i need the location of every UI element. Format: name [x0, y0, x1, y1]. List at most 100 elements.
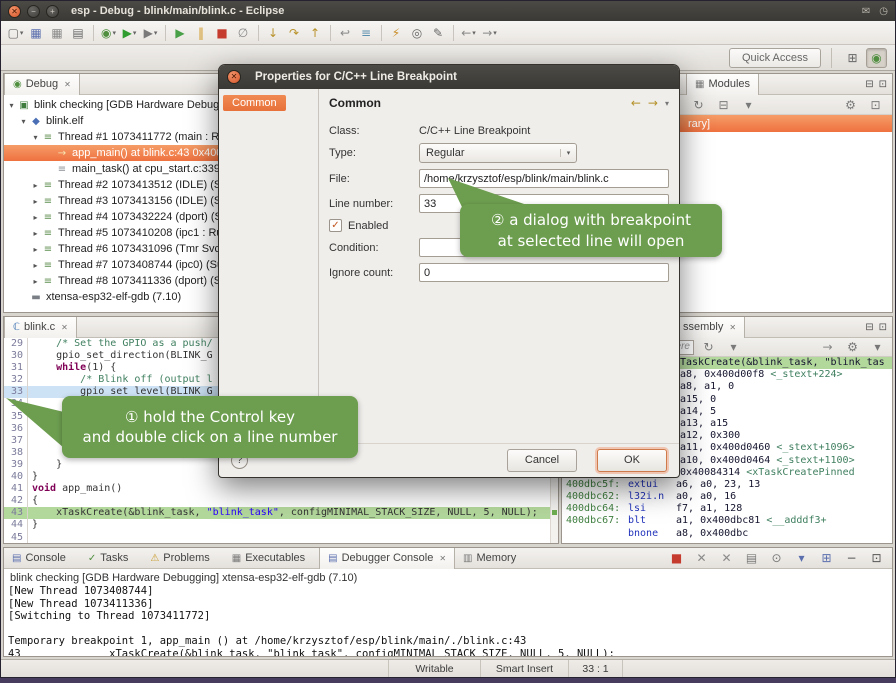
print-button[interactable]: ▤ [68, 23, 89, 43]
file-input[interactable] [419, 169, 669, 188]
step-into-button[interactable]: ↓ [263, 23, 284, 43]
code-text[interactable] [28, 447, 32, 458]
search-button[interactable]: ◎ [407, 23, 428, 43]
disasm-sync-icon[interactable]: → [817, 337, 838, 357]
line-number[interactable]: 35 [4, 411, 28, 423]
clear-console-button[interactable]: ▤ [741, 548, 762, 568]
modules-menu-icon[interactable]: ▾ [738, 95, 759, 115]
type-select[interactable]: Regular▾ [419, 143, 577, 163]
display-console-button[interactable]: ▾ [791, 548, 812, 568]
maximize-icon[interactable]: ⊡ [866, 548, 887, 568]
step-return-button[interactable]: ↑ [305, 23, 326, 43]
window-minimize-button[interactable]: − [27, 5, 40, 18]
window-close-button[interactable]: ✕ [8, 5, 21, 18]
code-text[interactable]: } [28, 519, 38, 530]
suspend-button[interactable]: ‖ [191, 23, 212, 43]
sidebar-item-common[interactable]: Common [223, 95, 286, 111]
line-number[interactable]: 40 [4, 471, 28, 483]
disconnect-button[interactable]: ∅ [233, 23, 254, 43]
disasm-refresh-icon[interactable]: ↻ [698, 337, 719, 357]
back-icon[interactable]: ← [631, 96, 641, 110]
run-button[interactable]: ▶▾ [119, 23, 140, 43]
mail-indicator-icon[interactable]: ✉ [862, 6, 870, 17]
maximize-icon[interactable]: ⊡ [879, 79, 887, 90]
enabled-checkbox[interactable]: ✓ [329, 219, 342, 232]
line-number[interactable]: 33 [4, 386, 28, 398]
code-text[interactable]: /* Blink off (output l [28, 374, 213, 385]
quick-access-button[interactable]: Quick Access [729, 48, 821, 68]
disassembly-row[interactable]: 400dbc67:blta1, 0x400dbc81 <__adddf3+ [562, 515, 892, 527]
modules-collapse-icon[interactable]: ⊟ [713, 95, 734, 115]
disassembly-row[interactable]: 400dbc64:lsif7, a1, 128 [562, 503, 892, 515]
new-button[interactable]: ▢▾ [5, 23, 26, 43]
window-maximize-button[interactable]: + [46, 5, 59, 18]
code-text[interactable] [28, 435, 32, 446]
close-icon[interactable]: ✕ [729, 323, 736, 332]
clock-indicator-icon[interactable]: ◷ [879, 6, 888, 17]
line-number[interactable]: 31 [4, 362, 28, 374]
resume-button[interactable]: ▶ [170, 23, 191, 43]
twisty-icon[interactable]: ▸ [30, 277, 41, 286]
twisty-icon[interactable]: ▾ [18, 117, 29, 126]
disassembly-row[interactable]: 400dbc62:l32i.na0, a0, 16 [562, 491, 892, 503]
twisty-icon[interactable]: ▸ [30, 181, 41, 190]
twisty-icon[interactable]: ▸ [30, 213, 41, 222]
save-button[interactable]: ▦ [26, 23, 47, 43]
line-number[interactable]: 44 [4, 519, 28, 531]
terminate-console-button[interactable]: ■ [666, 548, 687, 568]
minimize-icon[interactable]: ⊟ [865, 79, 873, 90]
line-number[interactable]: 34 [4, 398, 28, 410]
back-button[interactable]: ←▾ [458, 23, 479, 43]
chevron-down-icon[interactable]: ▾ [665, 99, 669, 108]
disasm-menu-icon[interactable]: ▾ [723, 337, 744, 357]
line-number[interactable]: 32 [4, 374, 28, 386]
line-number[interactable]: 42 [4, 495, 28, 507]
disassembly-row[interactable]: bnonea8, 0x400dbc [562, 528, 892, 540]
code-text[interactable]: xTaskCreate(&blink_task, "blink_task", c… [28, 507, 538, 518]
dialog-titlebar[interactable]: ✕ Properties for C/C++ Line Breakpoint [219, 65, 679, 89]
code-text[interactable]: /* Set the GPIO as a push/ [28, 338, 213, 349]
twisty-icon[interactable]: ▾ [6, 101, 17, 110]
tab-disassembly[interactable]: ssembly✕ [674, 317, 745, 338]
remove-all-launches-button[interactable]: ✕ [716, 548, 737, 568]
code-text[interactable] [28, 398, 32, 409]
instruction-stepping-button[interactable]: ≡ [356, 23, 377, 43]
disasm-settings-icon[interactable]: ⚙ [842, 337, 863, 357]
twisty-icon[interactable]: ▸ [30, 229, 41, 238]
tab-console[interactable]: ▤Console [4, 548, 80, 569]
disasm-view-menu-icon[interactable]: ▾ [867, 337, 888, 357]
dialog-close-button[interactable]: ✕ [227, 70, 241, 84]
line-number[interactable]: 30 [4, 350, 28, 362]
code-text[interactable]: { [28, 495, 38, 506]
code-text[interactable]: gpio_set_direction(BLINK_G [28, 350, 213, 361]
code-text[interactable] [28, 532, 32, 543]
tab-debug[interactable]: ◉Debug✕ [4, 74, 80, 95]
tab-memory[interactable]: ▥Memory [455, 548, 530, 569]
disassembly-row[interactable]: 400dbc5f:extuia6, a0, 23, 13 [562, 479, 892, 491]
maximize-icon[interactable]: ⊡ [879, 322, 887, 333]
drop-to-frame-button[interactable]: ↩ [335, 23, 356, 43]
debug-button[interactable]: ◉▾ [98, 23, 119, 43]
twisty-icon[interactable]: ▸ [30, 245, 41, 254]
close-icon[interactable]: ✕ [61, 323, 68, 332]
line-number[interactable]: 41 [4, 483, 28, 495]
line-number[interactable]: 37 [4, 435, 28, 447]
line-number[interactable]: 38 [4, 447, 28, 459]
tab-tasks[interactable]: ✓Tasks [80, 548, 143, 569]
minimize-icon[interactable]: ⊟ [865, 322, 873, 333]
line-number[interactable]: 29 [4, 338, 28, 350]
cancel-button[interactable]: Cancel [507, 449, 577, 472]
edit-button[interactable]: ✎ [428, 23, 449, 43]
scroll-lock-button[interactable]: ⊙ [766, 548, 787, 568]
twisty-icon[interactable]: ▸ [30, 261, 41, 270]
twisty-icon[interactable]: ▸ [30, 197, 41, 206]
code-text[interactable]: while(1) { [28, 362, 116, 373]
line-number[interactable]: 36 [4, 423, 28, 435]
code-text[interactable]: void app_main() [28, 483, 122, 494]
code-text[interactable] [28, 411, 32, 422]
minimize-icon[interactable]: − [841, 548, 862, 568]
line-number[interactable]: 45 [4, 532, 28, 544]
external-tools-button[interactable]: ▶▾ [140, 23, 161, 43]
tab-modules[interactable]: ▦Modules [686, 74, 759, 95]
debug-perspective-button[interactable]: ◉ [866, 48, 887, 68]
